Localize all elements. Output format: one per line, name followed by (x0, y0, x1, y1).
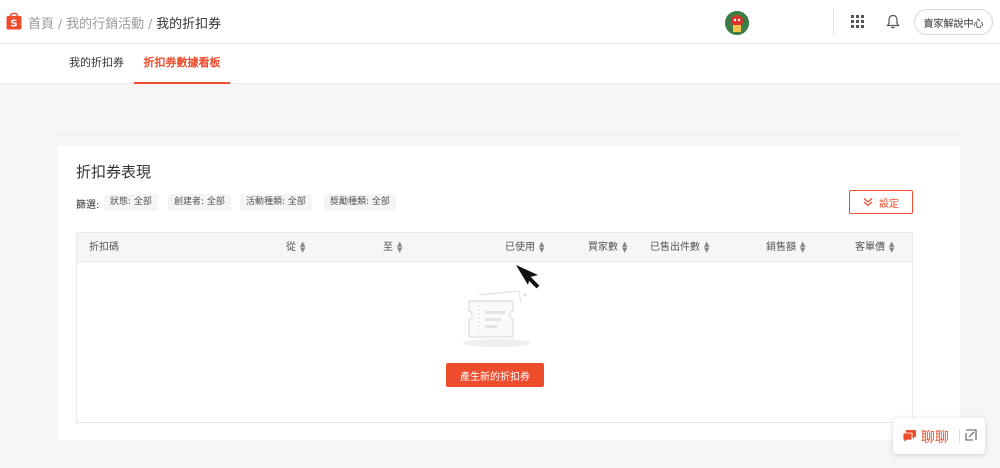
breadcrumb: 首頁 / 我的行銷活動 / 我的折扣券 (28, 13, 221, 32)
breadcrumb-home[interactable]: 首頁 (28, 17, 54, 32)
col-label: 客單價 (855, 242, 885, 253)
col-used[interactable]: 已使用 ▲ ▼ (505, 233, 544, 262)
top-header: S 首頁 / 我的行銷活動 / 我的折扣券 賣家解說中心 (0, 0, 1000, 44)
tab-bar: 我的折扣券 折扣券數據看板 (0, 44, 1000, 84)
mouse-cursor-icon (516, 265, 540, 289)
sort-icon[interactable]: ▲ ▼ (622, 241, 627, 254)
filter-label: 篩選: (76, 200, 100, 211)
panel-title: 折扣券表現 (76, 163, 152, 181)
voucher-table: 折扣碼 從 ▲ ▼ 至 ▲ ▼ 已使用 ▲ ▼ 買家數 ▲ ▼ 已售出件數 ▲ ▼ 銷售額 ▲ ▼ 客單… (76, 232, 913, 423)
sort-icon[interactable]: ▲ ▼ (889, 241, 894, 254)
filter-campaign-type[interactable]: 活動種類: 全部 (240, 194, 312, 211)
filter-creator[interactable]: 創建者: 全部 (168, 194, 231, 211)
chat-divider (959, 429, 960, 443)
col-label: 至 (383, 242, 393, 253)
avatar-image-icon (725, 11, 749, 35)
breadcrumb-separator: / (58, 17, 63, 31)
col-label: 已使用 (505, 242, 535, 253)
col-to[interactable]: 至 ▲ ▼ (383, 233, 402, 262)
sort-icon[interactable]: ▲ ▼ (300, 241, 305, 254)
col-label: 銷售額 (766, 242, 796, 253)
shopee-logo-icon[interactable]: S (6, 11, 22, 30)
col-label: 買家數 (588, 242, 618, 253)
chat-bubble-icon (902, 430, 916, 443)
settings-button[interactable]: 設定 (849, 190, 913, 214)
seller-help-button[interactable]: 賣家解說中心 (914, 9, 993, 35)
col-buyers[interactable]: 買家數 ▲ ▼ (588, 233, 627, 262)
voucher-performance-panel: 折扣券表現 篩選: 狀態: 全部 創建者: 全部 活動種類: 全部 獎勵種類: … (58, 146, 960, 440)
col-label: 從 (286, 242, 296, 253)
apps-grid-icon[interactable] (851, 15, 864, 28)
breadcrumb-marketing[interactable]: 我的行銷活動 (66, 17, 144, 32)
breadcrumb-current: 我的折扣券 (156, 17, 222, 32)
col-basket-size[interactable]: 客單價 ▲ ▼ (855, 233, 894, 262)
expand-icon[interactable] (965, 429, 977, 441)
col-label: 已售出件數 (650, 242, 700, 253)
sort-icon[interactable]: ▲ ▼ (704, 241, 709, 254)
sort-icon[interactable]: ▲ ▼ (800, 241, 805, 254)
avatar[interactable] (725, 11, 749, 35)
tab-my-vouchers[interactable]: 我的折扣券 (69, 44, 124, 84)
sort-icon[interactable]: ▲ ▼ (539, 241, 544, 254)
bell-icon[interactable] (886, 14, 900, 29)
breadcrumb-separator: / (148, 17, 153, 31)
filter-status[interactable]: 狀態: 全部 (104, 194, 158, 211)
section-divider (58, 134, 960, 135)
create-voucher-button[interactable]: 產生新的折扣券 (446, 363, 544, 387)
empty-voucher-icon (463, 290, 531, 347)
col-label: 折扣碼 (89, 242, 119, 253)
sort-icon[interactable]: ▲ ▼ (397, 241, 402, 254)
tab-voucher-dashboard[interactable]: 折扣券數據看板 (134, 44, 230, 84)
table-header: 折扣碼 從 ▲ ▼ 至 ▲ ▼ 已使用 ▲ ▼ 買家數 ▲ ▼ 已售出件數 ▲ ▼ 銷售額 ▲ ▼ 客單… (77, 233, 912, 262)
chat-label: 聊聊 (921, 430, 949, 446)
header-divider (833, 8, 834, 36)
col-voucher-code: 折扣碼 (89, 233, 119, 262)
col-sales[interactable]: 銷售額 ▲ ▼ (766, 233, 805, 262)
chat-widget[interactable]: 聊聊 (893, 418, 985, 454)
filter-reward-type[interactable]: 獎勵種類: 全部 (324, 194, 396, 211)
col-from[interactable]: 從 ▲ ▼ (286, 233, 305, 262)
col-units-sold[interactable]: 已售出件數 ▲ ▼ (650, 233, 709, 262)
svg-text:S: S (10, 19, 17, 30)
double-chevron-down-icon (863, 198, 873, 207)
settings-label: 設定 (879, 198, 899, 210)
